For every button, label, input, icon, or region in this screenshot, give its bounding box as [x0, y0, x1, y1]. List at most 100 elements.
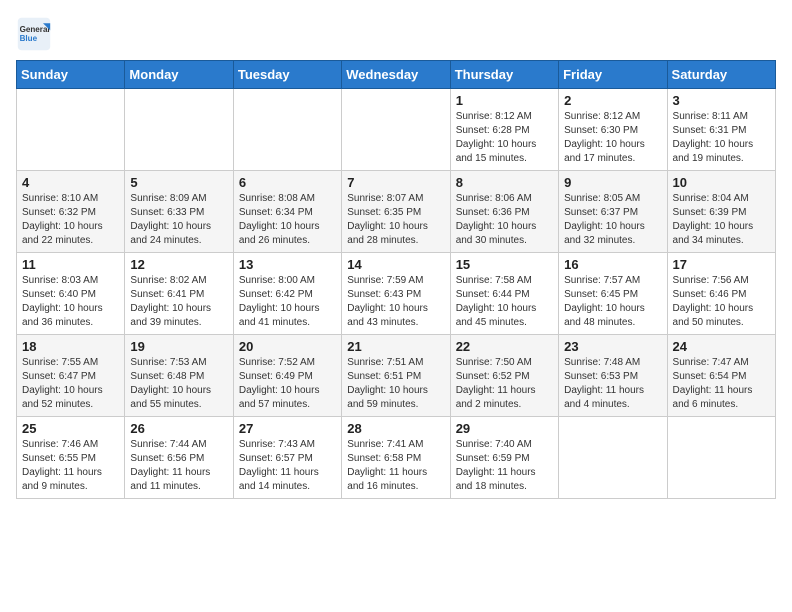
calendar-cell: 20 Sunrise: 7:52 AM Sunset: 6:49 PM Dayli… [233, 335, 341, 417]
day-info: Sunrise: 8:07 AM Sunset: 6:35 PM Dayligh… [347, 192, 444, 248]
day-info: Sunrise: 7:59 AM Sunset: 6:43 PM Dayligh… [347, 274, 444, 330]
day-number: 1 [456, 93, 553, 108]
day-info: Sunrise: 7:51 AM Sunset: 6:51 PM Dayligh… [347, 356, 444, 412]
day-info: Sunrise: 7:52 AM Sunset: 6:49 PM Dayligh… [239, 356, 336, 412]
day-info: Sunrise: 7:55 AM Sunset: 6:47 PM Dayligh… [22, 356, 119, 412]
day-info: Sunrise: 7:47 AM Sunset: 6:54 PM Dayligh… [673, 356, 770, 412]
day-number: 10 [673, 175, 770, 190]
weekday-header-monday: Monday [125, 61, 233, 89]
weekday-header-row: SundayMondayTuesdayWednesdayThursdayFrid… [17, 61, 776, 89]
day-info: Sunrise: 7:57 AM Sunset: 6:45 PM Dayligh… [564, 274, 661, 330]
day-number: 22 [456, 339, 553, 354]
day-number: 4 [22, 175, 119, 190]
day-number: 16 [564, 257, 661, 272]
weekday-header-wednesday: Wednesday [342, 61, 450, 89]
weekday-header-thursday: Thursday [450, 61, 558, 89]
calendar-week-1: 1 Sunrise: 8:12 AM Sunset: 6:28 PM Daylig… [17, 89, 776, 171]
calendar-week-2: 4Sunrise: 8:10 AM Sunset: 6:32 PM Daylig… [17, 171, 776, 253]
day-number: 26 [130, 421, 227, 436]
day-info: Sunrise: 7:41 AM Sunset: 6:58 PM Dayligh… [347, 438, 444, 494]
day-info: Sunrise: 7:53 AM Sunset: 6:48 PM Dayligh… [130, 356, 227, 412]
day-number: 6 [239, 175, 336, 190]
weekday-header-tuesday: Tuesday [233, 61, 341, 89]
calendar-cell: 5 Sunrise: 8:09 AM Sunset: 6:33 PM Daylig… [125, 171, 233, 253]
calendar-table: SundayMondayTuesdayWednesdayThursdayFrid… [16, 60, 776, 499]
calendar-cell: 13 Sunrise: 8:00 AM Sunset: 6:42 PM Dayli… [233, 253, 341, 335]
calendar-cell: 7Sunrise: 8:07 AM Sunset: 6:35 PM Daylig… [342, 171, 450, 253]
calendar-cell: 6 Sunrise: 8:08 AM Sunset: 6:34 PM Daylig… [233, 171, 341, 253]
day-number: 27 [239, 421, 336, 436]
calendar-cell: 21 Sunrise: 7:51 AM Sunset: 6:51 PM Dayli… [342, 335, 450, 417]
calendar-cell: 1 Sunrise: 8:12 AM Sunset: 6:28 PM Daylig… [450, 89, 558, 171]
calendar-cell [667, 417, 775, 499]
day-info: Sunrise: 8:04 AM Sunset: 6:39 PM Dayligh… [673, 192, 770, 248]
day-info: Sunrise: 8:00 AM Sunset: 6:42 PM Dayligh… [239, 274, 336, 330]
day-number: 8 [456, 175, 553, 190]
day-number: 20 [239, 339, 336, 354]
calendar-cell: 8 Sunrise: 8:06 AM Sunset: 6:36 PM Daylig… [450, 171, 558, 253]
day-info: Sunrise: 7:46 AM Sunset: 6:55 PM Dayligh… [22, 438, 119, 494]
day-info: Sunrise: 8:06 AM Sunset: 6:36 PM Dayligh… [456, 192, 553, 248]
day-info: Sunrise: 7:56 AM Sunset: 6:46 PM Dayligh… [673, 274, 770, 330]
calendar-cell [559, 417, 667, 499]
calendar-cell: 26 Sunrise: 7:44 AM Sunset: 6:56 PM Dayli… [125, 417, 233, 499]
calendar-cell: 29 Sunrise: 7:40 AM Sunset: 6:59 PM Dayli… [450, 417, 558, 499]
day-info: Sunrise: 7:40 AM Sunset: 6:59 PM Dayligh… [456, 438, 553, 494]
calendar-cell [233, 89, 341, 171]
calendar-cell: 16 Sunrise: 7:57 AM Sunset: 6:45 PM Dayli… [559, 253, 667, 335]
calendar-cell: 4Sunrise: 8:10 AM Sunset: 6:32 PM Daylig… [17, 171, 125, 253]
calendar-cell: 18 Sunrise: 7:55 AM Sunset: 6:47 PM Dayli… [17, 335, 125, 417]
day-number: 15 [456, 257, 553, 272]
day-info: Sunrise: 8:08 AM Sunset: 6:34 PM Dayligh… [239, 192, 336, 248]
day-number: 13 [239, 257, 336, 272]
svg-text:General: General [20, 25, 50, 34]
calendar-cell: 2 Sunrise: 8:12 AM Sunset: 6:30 PM Daylig… [559, 89, 667, 171]
day-info: Sunrise: 8:11 AM Sunset: 6:31 PM Dayligh… [673, 110, 770, 166]
day-number: 29 [456, 421, 553, 436]
weekday-header-sunday: Sunday [17, 61, 125, 89]
calendar-cell [342, 89, 450, 171]
day-number: 9 [564, 175, 661, 190]
calendar-cell: 23Sunrise: 7:48 AM Sunset: 6:53 PM Dayli… [559, 335, 667, 417]
calendar-cell: 12Sunrise: 8:02 AM Sunset: 6:41 PM Dayli… [125, 253, 233, 335]
logo: General Blue [16, 16, 52, 52]
day-number: 19 [130, 339, 227, 354]
calendar-cell: 19 Sunrise: 7:53 AM Sunset: 6:48 PM Dayli… [125, 335, 233, 417]
day-number: 3 [673, 93, 770, 108]
day-number: 28 [347, 421, 444, 436]
calendar-cell: 15 Sunrise: 7:58 AM Sunset: 6:44 PM Dayli… [450, 253, 558, 335]
calendar-cell [17, 89, 125, 171]
calendar-cell: 14 Sunrise: 7:59 AM Sunset: 6:43 PM Dayli… [342, 253, 450, 335]
day-info: Sunrise: 8:12 AM Sunset: 6:30 PM Dayligh… [564, 110, 661, 166]
day-info: Sunrise: 7:44 AM Sunset: 6:56 PM Dayligh… [130, 438, 227, 494]
day-number: 18 [22, 339, 119, 354]
day-info: Sunrise: 7:43 AM Sunset: 6:57 PM Dayligh… [239, 438, 336, 494]
calendar-cell: 25Sunrise: 7:46 AM Sunset: 6:55 PM Dayli… [17, 417, 125, 499]
page-header: General Blue [16, 16, 776, 52]
calendar-cell: 3 Sunrise: 8:11 AM Sunset: 6:31 PM Daylig… [667, 89, 775, 171]
calendar-cell: 11Sunrise: 8:03 AM Sunset: 6:40 PM Dayli… [17, 253, 125, 335]
day-info: Sunrise: 7:58 AM Sunset: 6:44 PM Dayligh… [456, 274, 553, 330]
day-info: Sunrise: 8:05 AM Sunset: 6:37 PM Dayligh… [564, 192, 661, 248]
day-number: 5 [130, 175, 227, 190]
day-number: 2 [564, 93, 661, 108]
weekday-header-friday: Friday [559, 61, 667, 89]
day-info: Sunrise: 7:50 AM Sunset: 6:52 PM Dayligh… [456, 356, 553, 412]
calendar-cell: 22 Sunrise: 7:50 AM Sunset: 6:52 PM Dayli… [450, 335, 558, 417]
calendar-cell: 9 Sunrise: 8:05 AM Sunset: 6:37 PM Daylig… [559, 171, 667, 253]
calendar-week-4: 18 Sunrise: 7:55 AM Sunset: 6:47 PM Dayli… [17, 335, 776, 417]
calendar-cell: 27 Sunrise: 7:43 AM Sunset: 6:57 PM Dayli… [233, 417, 341, 499]
day-number: 23 [564, 339, 661, 354]
day-info: Sunrise: 8:09 AM Sunset: 6:33 PM Dayligh… [130, 192, 227, 248]
calendar-cell [125, 89, 233, 171]
day-number: 14 [347, 257, 444, 272]
calendar-cell: 24 Sunrise: 7:47 AM Sunset: 6:54 PM Dayli… [667, 335, 775, 417]
calendar-cell: 10 Sunrise: 8:04 AM Sunset: 6:39 PM Dayli… [667, 171, 775, 253]
calendar-week-3: 11Sunrise: 8:03 AM Sunset: 6:40 PM Dayli… [17, 253, 776, 335]
day-number: 17 [673, 257, 770, 272]
day-number: 21 [347, 339, 444, 354]
calendar-cell: 28 Sunrise: 7:41 AM Sunset: 6:58 PM Dayli… [342, 417, 450, 499]
weekday-header-saturday: Saturday [667, 61, 775, 89]
day-info: Sunrise: 8:12 AM Sunset: 6:28 PM Dayligh… [456, 110, 553, 166]
day-number: 24 [673, 339, 770, 354]
